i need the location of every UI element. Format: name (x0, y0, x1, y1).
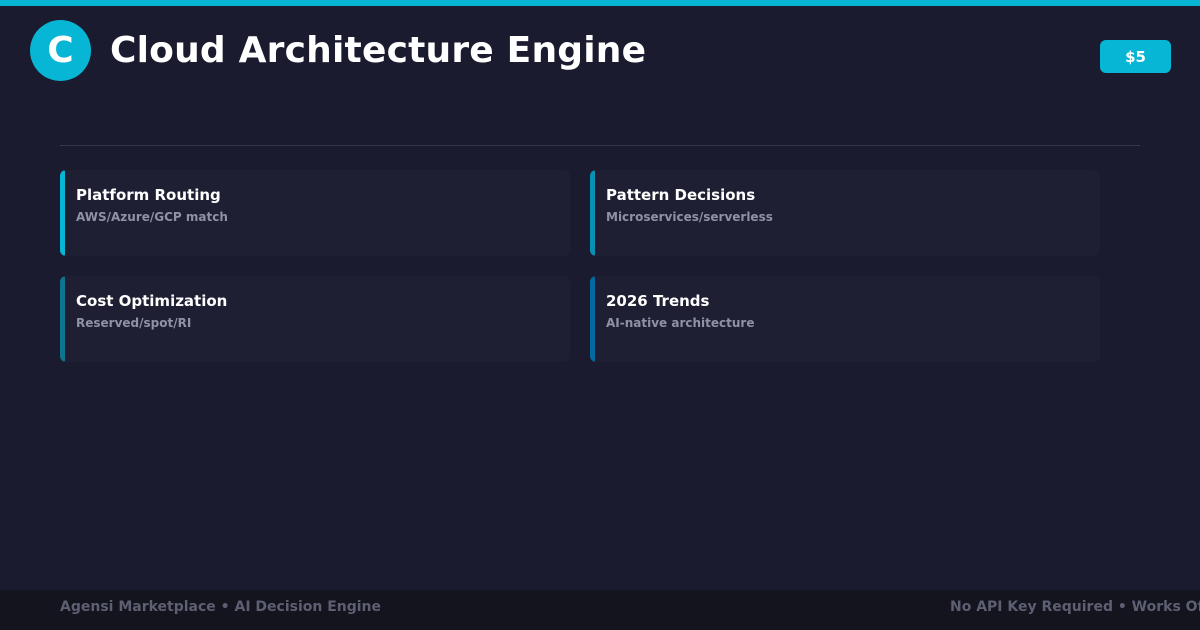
card-title: Cost Optimization (76, 292, 228, 310)
card-subtitle: Reserved/spot/RI (76, 316, 192, 330)
feature-card-pattern-decisions: Pattern Decisions Microservices/serverle… (590, 170, 1100, 256)
card-subtitle: Microservices/serverless (606, 210, 773, 224)
footer-left-text: Agensi Marketplace • AI Decision Engine (60, 599, 382, 615)
footer-right-text: No API Key Required • Works Offline (950, 599, 1200, 615)
card-accent-bar (590, 276, 595, 362)
feature-grid: Platform Routing AWS/Azure/GCP match Pat… (60, 170, 1100, 362)
price-badge[interactable]: $5 (1100, 40, 1171, 73)
footer: Agensi Marketplace • AI Decision Engine … (0, 590, 1200, 630)
logo-letter: C (47, 30, 74, 71)
card-subtitle: AWS/Azure/GCP match (76, 210, 228, 224)
card-accent-bar (60, 170, 65, 256)
feature-card-2026-trends: 2026 Trends AI-native architecture (590, 276, 1100, 362)
header-divider (60, 145, 1140, 146)
card-subtitle: AI-native architecture (606, 316, 755, 330)
price-label: $5 (1125, 47, 1146, 66)
card-title: 2026 Trends (606, 292, 710, 310)
page-title: Cloud Architecture Engine (110, 30, 647, 71)
top-accent-bar (0, 0, 1200, 6)
card-accent-bar (590, 170, 595, 256)
feature-card-cost-optimization: Cost Optimization Reserved/spot/RI (60, 276, 570, 362)
feature-card-platform-routing: Platform Routing AWS/Azure/GCP match (60, 170, 570, 256)
card-title: Pattern Decisions (606, 186, 756, 204)
logo-badge: C (30, 20, 91, 81)
card-accent-bar (60, 276, 65, 362)
header: C Cloud Architecture Engine (30, 20, 646, 81)
card-title: Platform Routing (76, 186, 221, 204)
